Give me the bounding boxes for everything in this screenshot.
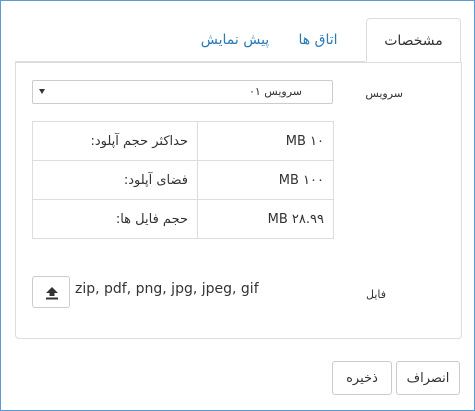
save-button[interactable]: ذخیره (332, 361, 392, 395)
file-label: فایل (365, 288, 386, 301)
quota-key-upload-space: فضای آپلود: (32, 160, 198, 200)
quota-key-max-upload: حداکثر حجم آپلود: (32, 121, 198, 161)
allowed-extensions: zip, pdf, png, jpg, jpeg, gif (75, 281, 259, 297)
table-row: حجم فایل ها: MB ۲۸.۹۹ (32, 199, 334, 239)
tab-rooms[interactable]: اتاق ها (283, 18, 353, 62)
service-label: سرویس (365, 87, 403, 100)
service-select-value: سرویس ۰۱ (248, 85, 302, 98)
tab-preview[interactable]: پیش نمایش (190, 18, 280, 62)
upload-button[interactable] (32, 276, 70, 308)
tab-details[interactable]: مشخصات (366, 18, 461, 63)
service-select[interactable]: سرویس ۰۱ (32, 80, 333, 104)
table-row: حداکثر حجم آپلود: MB ۱۰ (32, 121, 334, 161)
cancel-button[interactable]: انصراف (396, 361, 460, 395)
quota-value-max-upload: MB ۱۰ (197, 121, 334, 161)
upload-icon (46, 287, 58, 300)
quota-key-files-size: حجم فایل ها: (32, 199, 198, 239)
table-row: فضای آپلود: MB ۱۰۰ (32, 160, 334, 200)
quota-value-upload-space: MB ۱۰۰ (197, 160, 334, 200)
quota-value-files-size: MB ۲۸.۹۹ (197, 199, 334, 239)
quota-table: حداکثر حجم آپلود: MB ۱۰ فضای آپلود: MB ۱… (32, 121, 334, 239)
chevron-down-icon (39, 89, 45, 94)
